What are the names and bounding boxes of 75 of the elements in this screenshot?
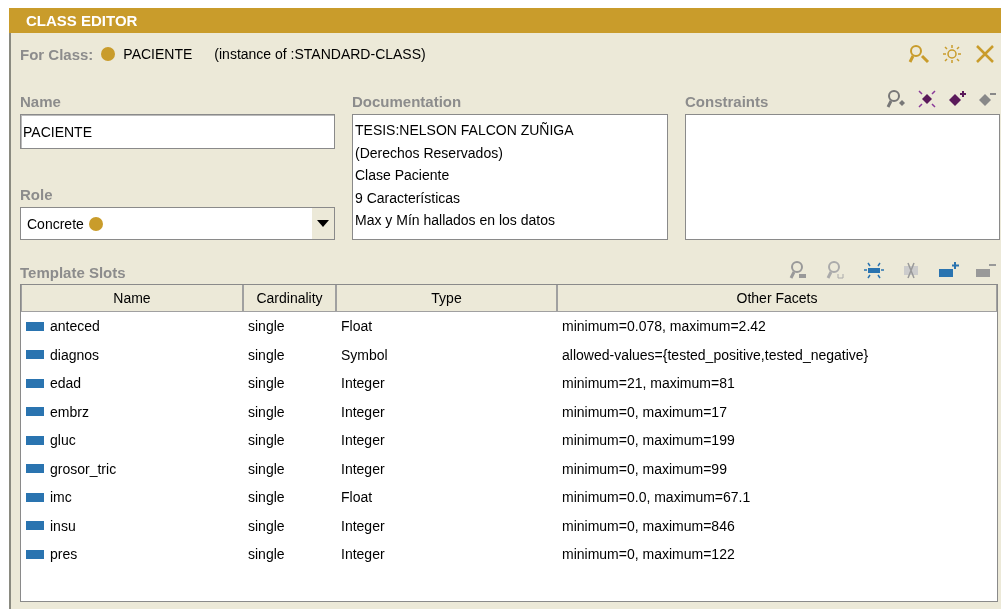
table-cell-text: minimum=0, maximum=199: [561, 432, 736, 449]
slot-row[interactable]: insu single Integer minimum=0, maximum=846: [21, 511, 997, 540]
template-slots-label: Template Slots: [20, 264, 126, 281]
table-cell-text: minimum=0.0, maximum=67.1: [561, 489, 752, 506]
slot-row[interactable]: pres single Integer minimum=0, maximum=122: [21, 540, 997, 569]
column-header[interactable]: Cardinality: [243, 285, 336, 312]
table-cell: embrz: [50, 403, 89, 420]
table-cell-text: single: [247, 460, 286, 477]
table-cell-text: Integer: [340, 375, 386, 392]
table-cell-text: Integer: [340, 432, 386, 449]
slot-icon: [26, 435, 44, 445]
slot-row[interactable]: diagnos single Symbol allowed-values={tested_positive,tested_negative}: [21, 340, 997, 369]
slot-icon: [26, 464, 44, 474]
slot-row[interactable]: edad single Integer minimum=21, maximum=81: [21, 369, 997, 398]
table-cell-text: single: [247, 318, 286, 335]
table-cell: gluc: [50, 432, 76, 449]
table-cell-text: minimum=0, maximum=122: [561, 546, 736, 563]
slot-icon: [26, 321, 44, 331]
slot-icon: [26, 378, 44, 388]
caret-icon: [317, 220, 329, 227]
table-cell-text: single: [247, 403, 286, 420]
table-cell: diagnos: [50, 346, 100, 363]
table-cell: imc: [50, 489, 72, 506]
documentation-field[interactable]: TESIS:NELSON FALCON ZUÑIGA (Derechos Reservados) Clase Paciente 9 Características Max y Mín hallados en los datos: [352, 114, 668, 240]
table-cell-text: minimum=0.078, maximum=2.42: [561, 318, 767, 335]
table-cell: anteced: [50, 318, 100, 335]
table-cell-text: Symbol: [340, 346, 389, 363]
table-cell-text: minimum=0, maximum=99: [561, 460, 728, 477]
column-header[interactable]: Name: [21, 285, 243, 312]
table-cell-text: single: [247, 432, 286, 449]
name-label: Name: [20, 93, 61, 110]
table-cell-text: Integer: [340, 403, 386, 420]
constraints-label: Constraints: [685, 93, 769, 110]
role-dropdown[interactable]: Concrete: [20, 207, 335, 240]
table-cell-text: Float: [340, 318, 374, 335]
column-header[interactable]: Other Facets: [557, 285, 997, 312]
constraints-field[interactable]: [685, 114, 1000, 240]
table-cell-text: allowed-values={tested_positive,tested_negative}: [561, 346, 870, 363]
class-name: PACIENTE: [123, 46, 193, 62]
documentation-label: Documentation: [352, 93, 462, 110]
slot-row[interactable]: embrz single Integer minimum=0, maximum=17: [21, 397, 997, 426]
for-class-label: For Class:: [20, 45, 94, 63]
concrete-icon: [88, 216, 103, 231]
slot-icon: [26, 350, 44, 360]
role-label: Role: [20, 186, 53, 203]
slot-icon: [26, 521, 44, 531]
slot-row[interactable]: imc single Float minimum=0.0, maximum=67.1: [21, 483, 997, 512]
column-header[interactable]: Type: [336, 285, 557, 312]
slot-row[interactable]: gluc single Integer minimum=0, maximum=199: [21, 426, 997, 455]
slot-icon: [26, 407, 44, 417]
table-cell: edad: [50, 375, 82, 392]
table-cell-text: single: [247, 375, 286, 392]
table-cell-text: Float: [340, 489, 374, 506]
table-cell: insu: [50, 517, 76, 534]
table-cell-text: Integer: [340, 546, 386, 563]
table-cell-text: minimum=21, maximum=81: [561, 375, 736, 392]
table-cell-text: single: [247, 546, 286, 563]
table-cell-text: Integer: [340, 517, 386, 534]
table-cell-text: single: [247, 346, 286, 363]
find-icon[interactable]: [906, 43, 932, 65]
slot-icon: [26, 492, 44, 502]
window-title: CLASS EDITOR: [9, 8, 1001, 33]
table-cell-text: single: [247, 517, 286, 534]
instance-of-text: (instance of :STANDARD-CLASS): [214, 46, 426, 62]
table-cell-text: minimum=0, maximum=17: [561, 403, 728, 420]
slot-row[interactable]: anteced single Float minimum=0.078, maximum=2.42: [21, 312, 997, 341]
slot-icon: [26, 549, 44, 559]
table-cell-text: Integer: [340, 460, 386, 477]
slot-row[interactable]: grosor_tric single Integer minimum=0, maximum=99: [21, 454, 997, 483]
name-field[interactable]: PACIENTE: [20, 114, 335, 149]
table-cell-text: single: [247, 489, 286, 506]
table-cell: pres: [50, 546, 78, 563]
table-cell-text: minimum=0, maximum=846: [561, 517, 736, 534]
class-icon: [101, 47, 116, 61]
table-cell: grosor_tric: [50, 460, 117, 477]
